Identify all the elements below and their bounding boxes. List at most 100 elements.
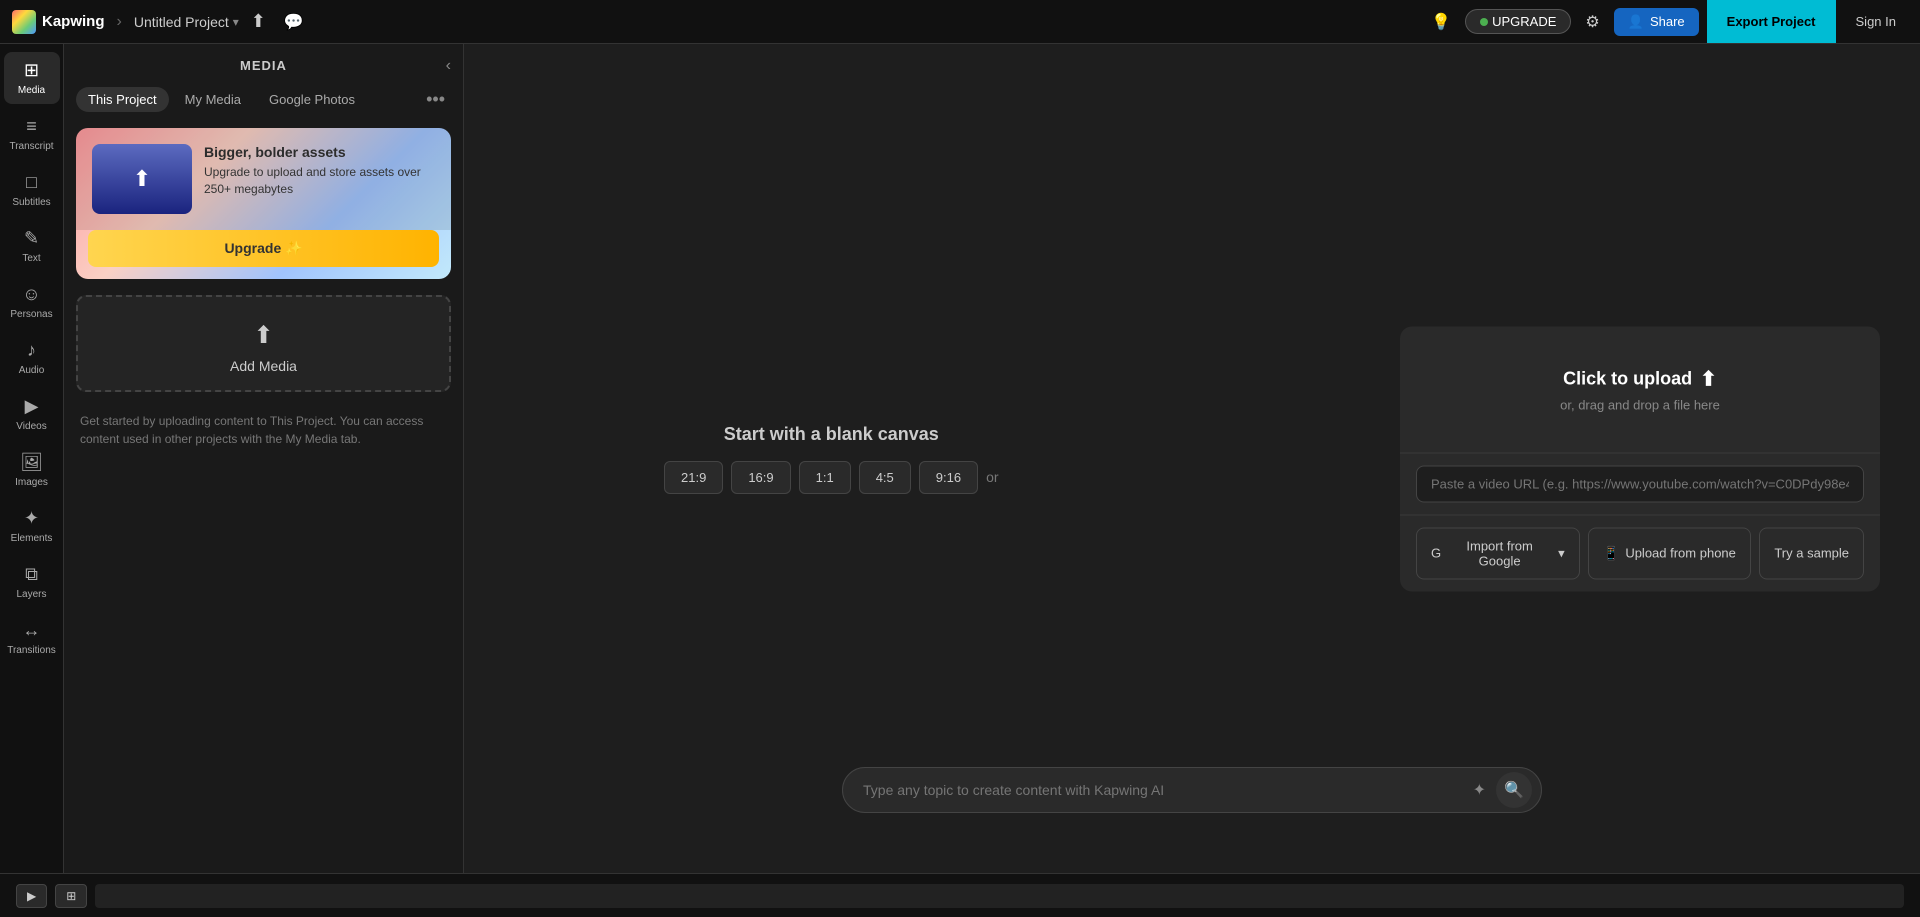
timeline-zoom-button[interactable]: ⊞ <box>55 884 87 908</box>
add-media-section[interactable]: ⬆ Add Media <box>76 295 451 392</box>
sidebar-item-personas[interactable]: ☺ Personas <box>4 276 60 328</box>
upload-dropzone[interactable]: Click to upload ⬆ or, drag and drop a fi… <box>1400 326 1880 453</box>
sidebar-collapse-button[interactable]: ‹ <box>446 57 451 75</box>
add-media-icon: ⬆ <box>253 321 273 350</box>
signin-label: Sign In <box>1856 14 1896 29</box>
ratio-9-16-button[interactable]: 9:16 <box>919 461 978 494</box>
export-button[interactable]: Export Project <box>1707 0 1836 43</box>
or-text: or <box>986 469 998 485</box>
url-input-row <box>1400 453 1880 515</box>
sidebar-item-transitions[interactable]: ↔ Transitions <box>4 612 60 664</box>
upgrade-card-text: Bigger, bolder assets Upgrade to upload … <box>204 144 435 214</box>
sidebar-item-elements[interactable]: ✦ Elements <box>4 500 60 552</box>
project-chevron-icon: ▾ <box>233 15 239 29</box>
blank-canvas-section: Start with a blank canvas 21:9 16:9 1:1 … <box>664 424 999 494</box>
transcript-nav-label: Transcript <box>9 141 53 152</box>
sidebar-item-videos[interactable]: ▶ Videos <box>4 388 60 440</box>
project-name: Untitled Project <box>134 14 229 30</box>
click-to-upload-text: Click to upload ⬆ <box>1563 366 1717 391</box>
videos-nav-label: Videos <box>16 421 46 432</box>
media-icon: ⊞ <box>24 60 39 81</box>
text-nav-label: Text <box>22 253 40 264</box>
sidebar-item-transcript[interactable]: ≡ Transcript <box>4 108 60 160</box>
subtitles-nav-label: Subtitles <box>12 197 50 208</box>
import-google-button[interactable]: G Import from Google ▾ <box>1416 527 1580 579</box>
upgrade-button[interactable]: UPGRADE <box>1465 9 1571 34</box>
share-label: Share <box>1650 14 1685 29</box>
ai-sparkle-button[interactable]: ✦ <box>1473 780 1486 800</box>
sidebar-item-subtitles[interactable]: □ Subtitles <box>4 164 60 216</box>
audio-icon: ♪ <box>27 340 36 361</box>
share-button[interactable]: 👤 Share <box>1614 8 1699 36</box>
app-logo-text: Kapwing <box>42 13 105 30</box>
google-icon: G <box>1431 546 1441 561</box>
chevron-down-icon: ▾ <box>1558 545 1565 561</box>
upload-topbar-button[interactable]: ⬆ <box>247 7 270 36</box>
upgrade-dot-icon <box>1480 18 1488 26</box>
timeline-play-button[interactable]: ▶ <box>16 884 47 908</box>
transcript-icon: ≡ <box>26 116 37 137</box>
media-nav-label: Media <box>18 85 45 96</box>
blank-canvas-title: Start with a blank canvas <box>724 424 939 445</box>
sidebar-item-images[interactable]: 🖼 Images <box>4 444 60 496</box>
sidebar-item-text[interactable]: ✎ Text <box>4 220 60 272</box>
upgrade-card-title: Bigger, bolder assets <box>204 144 435 160</box>
upgrade-label: UPGRADE <box>1492 14 1556 29</box>
canvas-area: Start with a blank canvas 21:9 16:9 1:1 … <box>464 44 1920 873</box>
breadcrumb-separator: › <box>117 13 122 31</box>
sidebar-item-layers[interactable]: ⧉ Layers <box>4 556 60 608</box>
upgrade-card-thumbnail: ⬆ <box>92 144 192 214</box>
ratio-21-9-button[interactable]: 21:9 <box>664 461 723 494</box>
text-icon: ✎ <box>24 228 39 249</box>
elements-nav-label: Elements <box>11 533 53 544</box>
project-name-wrap[interactable]: Untitled Project ▾ <box>134 14 239 30</box>
sidebar-item-media[interactable]: ⊞ Media <box>4 52 60 104</box>
search-button[interactable]: 🔍 <box>1496 772 1532 808</box>
left-nav: ⊞ Media ≡ Transcript □ Subtitles ✎ Text … <box>0 44 64 873</box>
settings-button[interactable]: ⚙ <box>1579 8 1605 36</box>
try-sample-button[interactable]: Try a sample <box>1759 527 1864 579</box>
subtitles-icon: □ <box>26 172 37 193</box>
tab-this-project[interactable]: This Project <box>76 87 169 112</box>
layers-nav-label: Layers <box>16 589 46 600</box>
export-label: Export Project <box>1727 14 1816 29</box>
sidebar-panel: MEDIA ‹ This Project My Media Google Pho… <box>64 44 464 873</box>
transitions-nav-label: Transitions <box>7 645 56 656</box>
ratio-16-9-button[interactable]: 16:9 <box>731 461 790 494</box>
upload-arrow-icon: ⬆ <box>133 166 151 192</box>
add-media-label: Add Media <box>230 358 297 374</box>
upload-arrow-icon: ⬆ <box>1700 366 1717 391</box>
url-input[interactable] <box>1416 465 1864 502</box>
upload-phone-button[interactable]: 📱 Upload from phone <box>1588 527 1752 579</box>
ratio-1-1-button[interactable]: 1:1 <box>799 461 851 494</box>
tab-my-media[interactable]: My Media <box>173 87 253 112</box>
layers-icon: ⧉ <box>25 564 38 585</box>
canvas-ratios: 21:9 16:9 1:1 4:5 9:16 or <box>664 461 999 494</box>
upload-panel: Click to upload ⬆ or, drag and drop a fi… <box>1400 326 1880 591</box>
sidebar-header: MEDIA ‹ <box>64 44 463 87</box>
ai-prompt-input[interactable] <box>842 767 1542 813</box>
images-nav-label: Images <box>15 477 48 488</box>
ratio-4-5-button[interactable]: 4:5 <box>859 461 911 494</box>
drag-drop-text: or, drag and drop a file here <box>1560 397 1720 412</box>
sidebar-more-button[interactable]: ••• <box>420 89 451 110</box>
personas-nav-label: Personas <box>10 309 52 320</box>
signin-button[interactable]: Sign In <box>1844 8 1908 35</box>
upgrade-card-description: Upgrade to upload and store assets over … <box>204 164 435 198</box>
timeline-track <box>95 884 1904 908</box>
videos-icon: ▶ <box>25 396 39 417</box>
transitions-icon: ↔ <box>23 620 41 641</box>
tab-google-photos[interactable]: Google Photos <box>257 87 367 112</box>
timeline-bar: ▶ ⊞ <box>0 873 1920 917</box>
sidebar-item-audio[interactable]: ♪ Audio <box>4 332 60 384</box>
personas-icon: ☺ <box>22 284 40 305</box>
upgrade-card-button[interactable]: Upgrade ✨ <box>88 230 439 267</box>
sidebar-tabs: This Project My Media Google Photos ••• <box>64 87 463 120</box>
comment-button[interactable]: 💬 <box>278 8 310 36</box>
sidebar-info-text: Get started by uploading content to This… <box>64 400 463 460</box>
main-layout: ⊞ Media ≡ Transcript □ Subtitles ✎ Text … <box>0 44 1920 873</box>
images-icon: 🖼 <box>20 452 43 473</box>
logo-area: Kapwing <box>12 10 105 34</box>
bulb-button[interactable]: 💡 <box>1425 8 1457 36</box>
phone-icon: 📱 <box>1603 545 1619 561</box>
